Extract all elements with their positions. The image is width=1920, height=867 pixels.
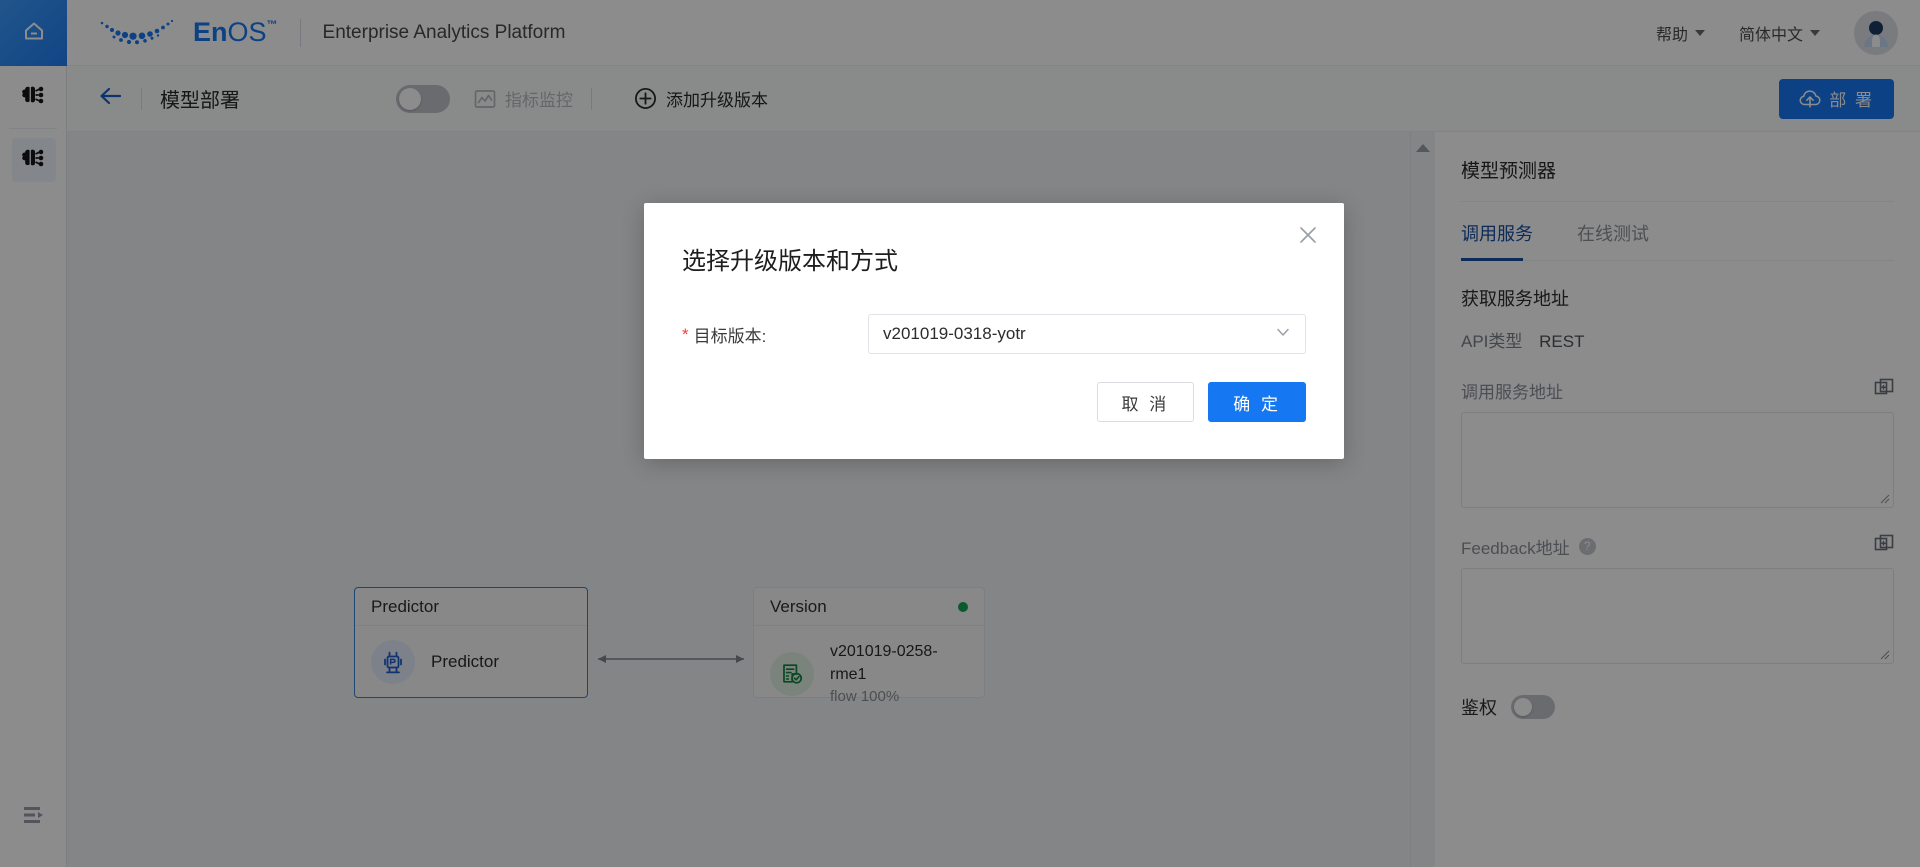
- close-button[interactable]: [1294, 223, 1322, 251]
- cancel-button[interactable]: 取 消: [1096, 382, 1195, 422]
- close-icon: [1298, 225, 1318, 250]
- target-version-label: * 目标版本:: [682, 322, 868, 347]
- dialog-title: 选择升级版本和方式: [682, 248, 898, 275]
- required-mark: *: [682, 324, 689, 344]
- app-root: En OS ™ Enterprise Analytics Platform 帮助 简…: [0, 0, 1920, 867]
- upgrade-version-dialog: 选择升级版本和方式 * 目标版本: v201019-0318-yotr 取 消 …: [644, 203, 1344, 459]
- chevron-down-icon: [1275, 324, 1291, 345]
- dialog-actions: 取 消 确 定: [644, 382, 1344, 422]
- target-version-label-text: 目标版本:: [693, 326, 767, 346]
- target-version-select[interactable]: v201019-0318-yotr: [868, 314, 1306, 354]
- target-version-value: v201019-0318-yotr: [883, 324, 1026, 343]
- target-version-row: * 目标版本: v201019-0318-yotr: [644, 314, 1344, 354]
- confirm-button[interactable]: 确 定: [1208, 382, 1306, 422]
